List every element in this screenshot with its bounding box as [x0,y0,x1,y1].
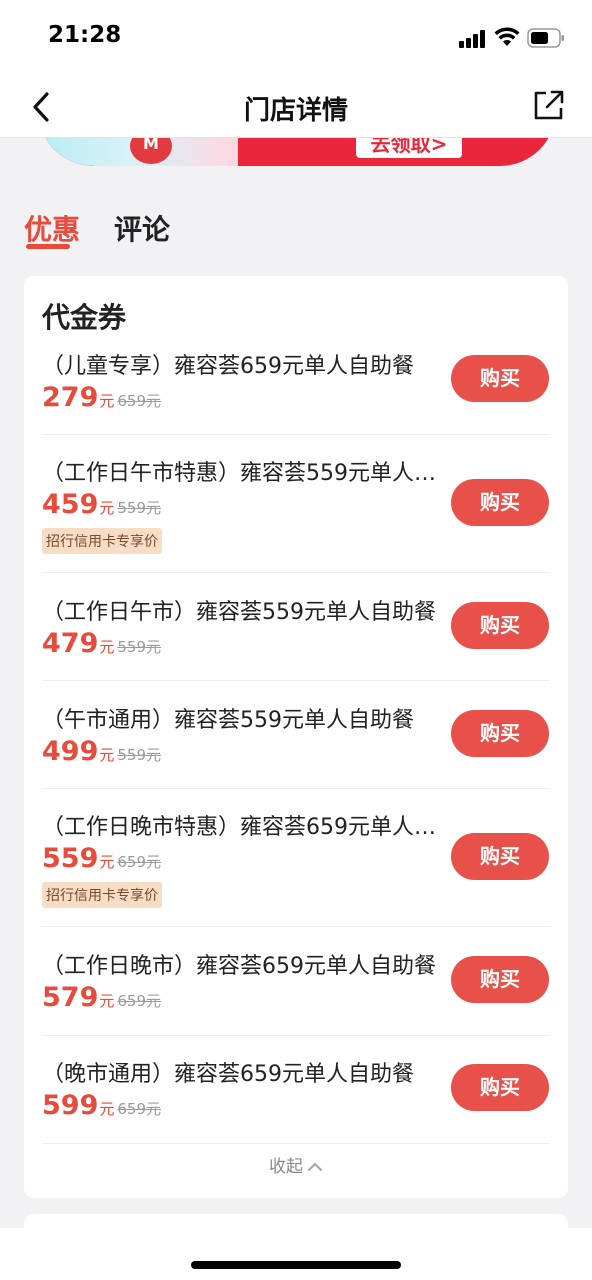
deal-title: （工作日晚市特惠）雍容荟659元单人自助餐 [42,815,437,840]
voucher-card: 代金券 （儿童专享）雍容荟659元单人自助餐 279元 659元 购买 （工作日午… [24,276,568,1198]
deal-price: 479 [42,628,99,659]
deal-item[interactable]: （工作日午市特惠）雍容荟559元单人自助餐 459元 559元 招行信用卡专享价 … [42,455,550,573]
original-price: 659元 [117,392,162,410]
price-row: 599元 659元 [42,1090,161,1121]
share-icon[interactable] [532,88,566,122]
buy-button[interactable]: 购买 [451,956,549,1003]
wifi-icon [494,27,520,46]
chevron-up-icon [307,1162,323,1172]
deal-title: （工作日晚市）雍容荟659元单人自助餐 [42,954,436,979]
status-bar: 21:28 [0,0,592,76]
buy-button[interactable]: 购买 [451,833,549,880]
price-row: 459元 559元 [42,489,161,520]
deal-item[interactable]: （儿童专享）雍容荟659元单人自助餐 279元 659元 购买 [42,348,550,435]
content-tabs: 优惠 评论 [0,190,592,260]
navigation-bar: 门店详情 [0,76,592,138]
buy-button[interactable]: 购买 [451,710,549,757]
deal-title: （工作日午市特惠）雍容荟559元单人自助餐 [42,461,437,486]
status-time: 21:28 [48,22,122,48]
original-price: 659元 [117,992,162,1010]
buy-button[interactable]: 购买 [451,355,549,402]
price-row: 559元 659元 [42,843,161,874]
price-unit: 元 [99,499,115,517]
credit-card-badge: 招行信用卡专享价 [42,528,162,554]
deal-price: 559 [42,843,99,874]
deal-item[interactable]: （工作日晚市）雍容荟659元单人自助餐 579元 659元 购买 [42,948,550,1036]
deal-price: 599 [42,1090,99,1121]
price-unit: 元 [99,746,115,764]
page-title: 门店详情 [243,96,348,126]
deal-item[interactable]: （午市通用）雍容荟559元单人自助餐 499元 559元 购买 [42,702,550,789]
tab-active-indicator [26,244,70,249]
price-unit: 元 [99,392,115,410]
deal-title: （晚市通用）雍容荟659元单人自助餐 [42,1062,414,1087]
price-row: 499元 559元 [42,736,161,767]
original-price: 659元 [117,853,162,871]
price-row: 579元 659元 [42,982,161,1013]
buy-button[interactable]: 购买 [451,602,549,649]
deal-title: （工作日午市）雍容荟559元单人自助餐 [42,600,436,625]
deal-price: 459 [42,489,99,520]
tab-reviews[interactable]: 评论 [114,208,170,248]
credit-card-badge: 招行信用卡专享价 [42,882,162,908]
deal-price: 279 [42,382,99,413]
deal-price: 499 [42,736,99,767]
battery-icon [527,28,564,48]
deal-price: 579 [42,982,99,1013]
collapse-toggle[interactable]: 收起 [24,1152,568,1177]
original-price: 559元 [117,499,162,517]
price-row: 479元 559元 [42,628,161,659]
collapse-label: 收起 [269,1157,303,1177]
buy-button[interactable]: 购买 [451,1064,549,1111]
original-price: 559元 [117,638,162,656]
deal-title: （午市通用）雍容荟559元单人自助餐 [42,708,414,733]
original-price: 659元 [117,1100,162,1118]
original-price: 559元 [117,746,162,764]
price-unit: 元 [99,853,115,871]
home-indicator-area [0,1228,592,1280]
price-unit: 元 [99,638,115,656]
price-unit: 元 [99,1100,115,1118]
price-unit: 元 [99,992,115,1010]
price-row: 279元 659元 [42,382,161,413]
buy-button[interactable]: 购买 [451,479,549,526]
deal-item[interactable]: （工作日午市）雍容荟559元单人自助餐 479元 559元 购买 [42,594,550,681]
deal-item[interactable]: （工作日晚市特惠）雍容荟659元单人自助餐 559元 659元 招行信用卡专享价 … [42,809,550,927]
home-indicator[interactable] [191,1261,401,1269]
cellular-signal-icon [459,30,485,48]
deal-item[interactable]: （晚市通用）雍容荟659元单人自助餐 599元 659元 购买 [42,1056,550,1144]
tab-deals[interactable]: 优惠 [24,208,80,248]
section-title: 代金券 [42,301,127,334]
deal-title: （儿童专享）雍容荟659元单人自助餐 [42,354,414,379]
